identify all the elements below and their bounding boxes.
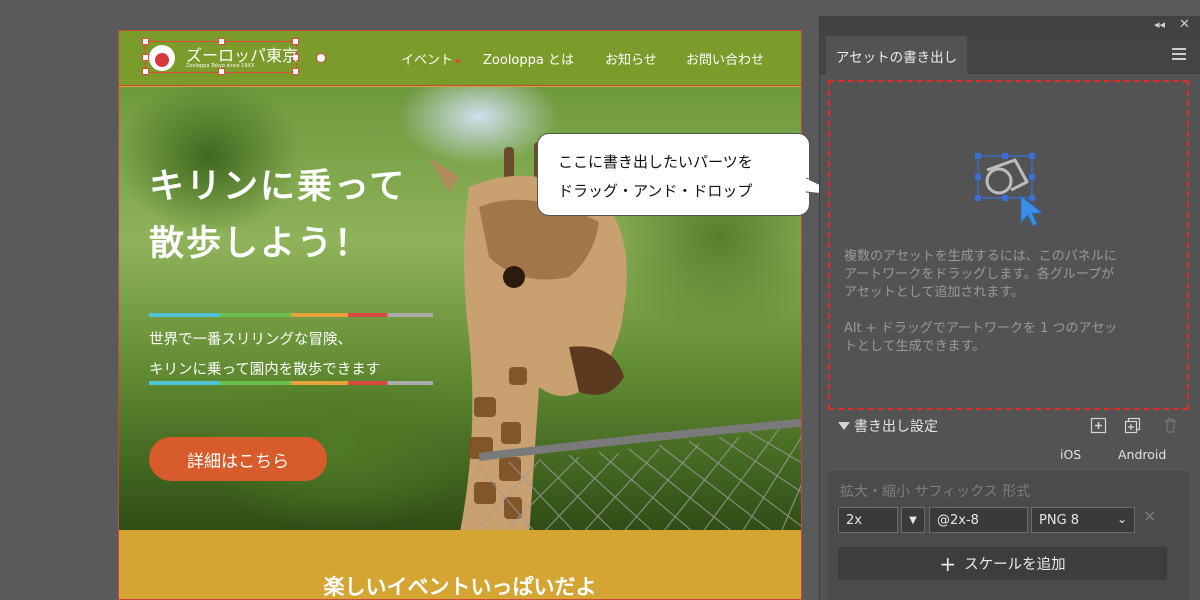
nav-label: イベント bbox=[401, 53, 454, 68]
export-settings-header[interactable]: 書き出し設定 bbox=[828, 414, 1189, 438]
drag-artwork-icon bbox=[975, 153, 1044, 227]
add-scale-label: スケールを追加 bbox=[964, 557, 1066, 573]
artboard[interactable]: ズーロッパ東京 Zooloppa Tokyo since 19XX イベント Z… bbox=[118, 30, 802, 600]
drop-instructions: 複数のアセットを生成するには、このパネルに アートワークをドラッグします。各グル… bbox=[844, 249, 1117, 300]
selection-handle[interactable] bbox=[142, 68, 149, 75]
nav-item-about[interactable]: Zooloppa とは bbox=[483, 49, 574, 68]
trash-icon[interactable] bbox=[1162, 417, 1179, 434]
plus-icon: + bbox=[939, 551, 957, 576]
color-rule-bottom bbox=[149, 381, 433, 385]
hero-lead: 世界で一番スリリングな冒険、 キリンに乗って園内を散歩できます bbox=[149, 332, 381, 378]
disclosure-triangle-icon[interactable] bbox=[838, 422, 850, 430]
format-select[interactable]: PNG 8 ⌄ bbox=[1031, 507, 1135, 533]
details-button[interactable]: 詳細はこちら bbox=[149, 437, 327, 481]
tab-asset-export[interactable]: アセットの書き出し bbox=[826, 36, 967, 75]
events-section-title: 楽しいイベントいっぱいだよ bbox=[323, 575, 597, 599]
selection-handle[interactable] bbox=[142, 54, 149, 61]
format-value: PNG 8 bbox=[1039, 512, 1080, 528]
close-icon[interactable]: ✕ bbox=[1179, 17, 1190, 32]
panel-tabbar: アセットの書き出し bbox=[820, 36, 1200, 75]
asset-export-panel: ◂◂ ✕ アセットの書き出し 複数のアセットを生成するには、このパネルに アート… bbox=[819, 16, 1200, 600]
chevron-down-icon: ⌄ bbox=[1116, 512, 1127, 526]
fence-image bbox=[479, 418, 801, 530]
selection-handle[interactable] bbox=[218, 68, 225, 75]
color-rule-top bbox=[149, 313, 433, 317]
android-preset-link[interactable]: Android bbox=[1118, 447, 1166, 462]
collapse-panel-icon[interactable]: ◂◂ bbox=[1154, 18, 1165, 31]
asset-drop-zone[interactable]: 複数のアセットを生成するには、このパネルに アートワークをドラッグします。各グル… bbox=[828, 80, 1189, 410]
selection-handle[interactable] bbox=[142, 38, 149, 45]
logo-tagline: Zooloppa Tokyo since 19XX bbox=[186, 63, 255, 69]
rotate-handle-icon[interactable] bbox=[316, 53, 326, 63]
add-scale-button[interactable]: + スケールを追加 bbox=[838, 547, 1167, 580]
alt-drag-instructions: Alt + ドラッグでアートワークを 1 つのアセッ トとして生成できます。 bbox=[844, 321, 1118, 354]
settings-column-headers: 拡大・縮小 サフィックス 形式 bbox=[840, 484, 1031, 500]
ios-preset-link[interactable]: iOS bbox=[1060, 447, 1081, 462]
callout-text: ここに書き出したいパーツを ドラッグ・アンド・ドロップ bbox=[558, 153, 753, 200]
scale-dropdown-button[interactable]: ▼ bbox=[901, 507, 925, 533]
scale-settings-box: 拡大・縮小 サフィックス 形式 2x ▼ @2x-8 PNG 8 ⌄ ✕ + ス… bbox=[828, 471, 1189, 600]
panel-menu-icon[interactable] bbox=[1172, 48, 1186, 60]
site-header[interactable]: ズーロッパ東京 Zooloppa Tokyo since 19XX イベント Z… bbox=[119, 31, 801, 86]
export-settings-title: 書き出し設定 bbox=[854, 419, 938, 435]
nav-item-news[interactable]: お知らせ bbox=[605, 49, 657, 68]
hero-title: キリンに乗って 散歩しよう！ bbox=[149, 167, 407, 264]
anchor-point-icon bbox=[456, 58, 461, 63]
selection-handle[interactable] bbox=[292, 68, 299, 75]
add-asset-icon[interactable] bbox=[1090, 417, 1107, 434]
scale-field[interactable]: 2x bbox=[838, 507, 898, 533]
nav-item-events[interactable]: イベント bbox=[401, 49, 461, 68]
nav-item-contact[interactable]: お問い合わせ bbox=[686, 49, 764, 68]
zoo-logo-icon bbox=[149, 45, 175, 71]
instruction-callout: ここに書き出したいパーツを ドラッグ・アンド・ドロップ bbox=[537, 133, 810, 216]
add-multiple-assets-icon[interactable] bbox=[1124, 417, 1141, 434]
suffix-field[interactable]: @2x-8 bbox=[929, 507, 1028, 533]
panel-titlebar: ◂◂ ✕ bbox=[820, 16, 1200, 36]
remove-scale-icon[interactable]: ✕ bbox=[1143, 507, 1156, 526]
logo-selection[interactable]: ズーロッパ東京 Zooloppa Tokyo since 19XX bbox=[142, 38, 299, 75]
